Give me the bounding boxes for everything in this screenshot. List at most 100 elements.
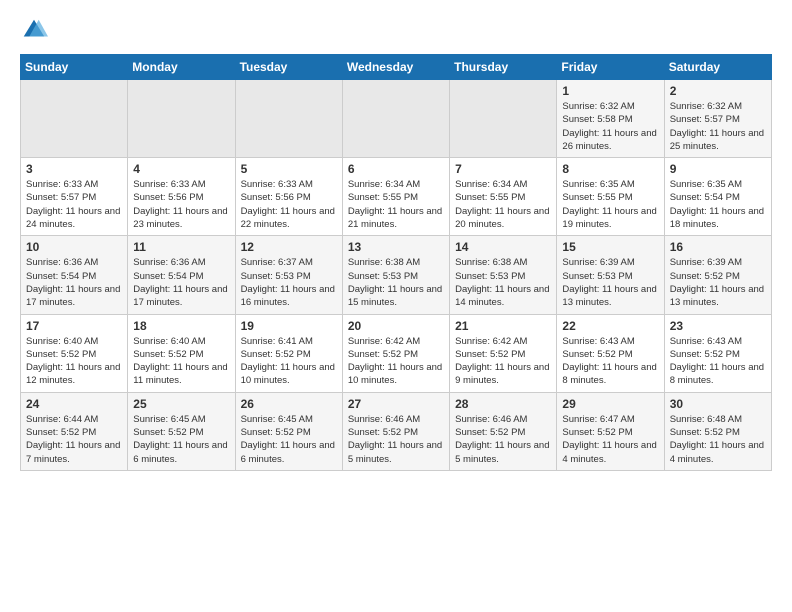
day-header-sunday: Sunday (21, 55, 128, 80)
day-number: 14 (455, 240, 551, 254)
day-number: 17 (26, 319, 122, 333)
calendar-cell: 29 Sunrise: 6:47 AM Sunset: 5:52 PM Dayli… (557, 392, 664, 470)
calendar-cell: 11 Sunrise: 6:36 AM Sunset: 5:54 PM Dayli… (128, 236, 235, 314)
calendar-cell (450, 80, 557, 158)
day-number: 12 (241, 240, 337, 254)
day-number: 19 (241, 319, 337, 333)
calendar-cell: 20 Sunrise: 6:42 AM Sunset: 5:52 PM Dayli… (342, 314, 449, 392)
calendar-cell (21, 80, 128, 158)
calendar-cell: 14 Sunrise: 6:38 AM Sunset: 5:53 PM Dayli… (450, 236, 557, 314)
calendar-cell: 28 Sunrise: 6:46 AM Sunset: 5:52 PM Dayli… (450, 392, 557, 470)
day-number: 26 (241, 397, 337, 411)
logo (20, 16, 52, 44)
day-header-wednesday: Wednesday (342, 55, 449, 80)
day-number: 1 (562, 84, 658, 98)
day-number: 16 (670, 240, 766, 254)
calendar: SundayMondayTuesdayWednesdayThursdayFrid… (20, 54, 772, 471)
logo-icon (20, 16, 48, 44)
day-info: Sunrise: 6:45 AM Sunset: 5:52 PM Dayligh… (241, 413, 337, 466)
day-number: 21 (455, 319, 551, 333)
calendar-cell (342, 80, 449, 158)
day-info: Sunrise: 6:34 AM Sunset: 5:55 PM Dayligh… (455, 178, 551, 231)
calendar-cell: 21 Sunrise: 6:42 AM Sunset: 5:52 PM Dayli… (450, 314, 557, 392)
day-number: 27 (348, 397, 444, 411)
day-number: 2 (670, 84, 766, 98)
calendar-cell: 17 Sunrise: 6:40 AM Sunset: 5:52 PM Dayli… (21, 314, 128, 392)
day-number: 6 (348, 162, 444, 176)
day-header-monday: Monday (128, 55, 235, 80)
day-number: 23 (670, 319, 766, 333)
day-info: Sunrise: 6:36 AM Sunset: 5:54 PM Dayligh… (133, 256, 229, 309)
day-info: Sunrise: 6:35 AM Sunset: 5:54 PM Dayligh… (670, 178, 766, 231)
day-info: Sunrise: 6:37 AM Sunset: 5:53 PM Dayligh… (241, 256, 337, 309)
day-number: 3 (26, 162, 122, 176)
day-number: 8 (562, 162, 658, 176)
day-info: Sunrise: 6:39 AM Sunset: 5:53 PM Dayligh… (562, 256, 658, 309)
calendar-cell: 26 Sunrise: 6:45 AM Sunset: 5:52 PM Dayli… (235, 392, 342, 470)
day-info: Sunrise: 6:43 AM Sunset: 5:52 PM Dayligh… (670, 335, 766, 388)
day-info: Sunrise: 6:38 AM Sunset: 5:53 PM Dayligh… (348, 256, 444, 309)
day-info: Sunrise: 6:33 AM Sunset: 5:57 PM Dayligh… (26, 178, 122, 231)
day-info: Sunrise: 6:46 AM Sunset: 5:52 PM Dayligh… (348, 413, 444, 466)
day-number: 4 (133, 162, 229, 176)
day-number: 9 (670, 162, 766, 176)
calendar-cell: 5 Sunrise: 6:33 AM Sunset: 5:56 PM Daylig… (235, 158, 342, 236)
day-header-tuesday: Tuesday (235, 55, 342, 80)
calendar-cell: 4 Sunrise: 6:33 AM Sunset: 5:56 PM Daylig… (128, 158, 235, 236)
day-info: Sunrise: 6:46 AM Sunset: 5:52 PM Dayligh… (455, 413, 551, 466)
day-header-saturday: Saturday (664, 55, 771, 80)
calendar-cell: 9 Sunrise: 6:35 AM Sunset: 5:54 PM Daylig… (664, 158, 771, 236)
day-number: 28 (455, 397, 551, 411)
day-number: 20 (348, 319, 444, 333)
day-number: 30 (670, 397, 766, 411)
calendar-cell: 13Sunrise: 6:38 AM Sunset: 5:53 PM Dayli… (342, 236, 449, 314)
day-info: Sunrise: 6:48 AM Sunset: 5:52 PM Dayligh… (670, 413, 766, 466)
day-number: 29 (562, 397, 658, 411)
day-info: Sunrise: 6:42 AM Sunset: 5:52 PM Dayligh… (455, 335, 551, 388)
calendar-cell: 30 Sunrise: 6:48 AM Sunset: 5:52 PM Dayli… (664, 392, 771, 470)
day-info: Sunrise: 6:32 AM Sunset: 5:57 PM Dayligh… (670, 100, 766, 153)
calendar-cell: 3 Sunrise: 6:33 AM Sunset: 5:57 PM Daylig… (21, 158, 128, 236)
calendar-cell: 2 Sunrise: 6:32 AM Sunset: 5:57 PM Daylig… (664, 80, 771, 158)
day-info: Sunrise: 6:40 AM Sunset: 5:52 PM Dayligh… (133, 335, 229, 388)
day-number: 25 (133, 397, 229, 411)
calendar-cell: 18Sunrise: 6:40 AM Sunset: 5:52 PM Dayli… (128, 314, 235, 392)
day-info: Sunrise: 6:35 AM Sunset: 5:55 PM Dayligh… (562, 178, 658, 231)
day-info: Sunrise: 6:33 AM Sunset: 5:56 PM Dayligh… (241, 178, 337, 231)
week-row-2: 3 Sunrise: 6:33 AM Sunset: 5:57 PM Daylig… (21, 158, 772, 236)
calendar-cell: 22 Sunrise: 6:43 AM Sunset: 5:52 PM Dayli… (557, 314, 664, 392)
day-info: Sunrise: 6:47 AM Sunset: 5:52 PM Dayligh… (562, 413, 658, 466)
header (20, 16, 772, 44)
calendar-cell: 8 Sunrise: 6:35 AM Sunset: 5:55 PM Daylig… (557, 158, 664, 236)
day-info: Sunrise: 6:39 AM Sunset: 5:52 PM Dayligh… (670, 256, 766, 309)
calendar-cell: 7Sunrise: 6:34 AM Sunset: 5:55 PM Daylig… (450, 158, 557, 236)
day-info: Sunrise: 6:36 AM Sunset: 5:54 PM Dayligh… (26, 256, 122, 309)
day-number: 22 (562, 319, 658, 333)
day-info: Sunrise: 6:45 AM Sunset: 5:52 PM Dayligh… (133, 413, 229, 466)
day-info: Sunrise: 6:40 AM Sunset: 5:52 PM Dayligh… (26, 335, 122, 388)
calendar-cell (235, 80, 342, 158)
day-info: Sunrise: 6:32 AM Sunset: 5:58 PM Dayligh… (562, 100, 658, 153)
day-number: 11 (133, 240, 229, 254)
day-header-thursday: Thursday (450, 55, 557, 80)
page: SundayMondayTuesdayWednesdayThursdayFrid… (0, 0, 792, 481)
week-row-5: 24Sunrise: 6:44 AM Sunset: 5:52 PM Dayli… (21, 392, 772, 470)
calendar-cell: 1 Sunrise: 6:32 AM Sunset: 5:58 PM Daylig… (557, 80, 664, 158)
calendar-cell (128, 80, 235, 158)
day-info: Sunrise: 6:43 AM Sunset: 5:52 PM Dayligh… (562, 335, 658, 388)
calendar-cell: 19Sunrise: 6:41 AM Sunset: 5:52 PM Dayli… (235, 314, 342, 392)
header-row: SundayMondayTuesdayWednesdayThursdayFrid… (21, 55, 772, 80)
calendar-cell: 15 Sunrise: 6:39 AM Sunset: 5:53 PM Dayli… (557, 236, 664, 314)
calendar-cell: 6 Sunrise: 6:34 AM Sunset: 5:55 PM Daylig… (342, 158, 449, 236)
day-number: 15 (562, 240, 658, 254)
calendar-cell: 25 Sunrise: 6:45 AM Sunset: 5:52 PM Dayli… (128, 392, 235, 470)
day-info: Sunrise: 6:34 AM Sunset: 5:55 PM Dayligh… (348, 178, 444, 231)
calendar-cell: 24Sunrise: 6:44 AM Sunset: 5:52 PM Dayli… (21, 392, 128, 470)
day-info: Sunrise: 6:38 AM Sunset: 5:53 PM Dayligh… (455, 256, 551, 309)
calendar-cell: 10Sunrise: 6:36 AM Sunset: 5:54 PM Dayli… (21, 236, 128, 314)
day-info: Sunrise: 6:33 AM Sunset: 5:56 PM Dayligh… (133, 178, 229, 231)
day-info: Sunrise: 6:42 AM Sunset: 5:52 PM Dayligh… (348, 335, 444, 388)
day-number: 5 (241, 162, 337, 176)
calendar-body: 1 Sunrise: 6:32 AM Sunset: 5:58 PM Daylig… (21, 80, 772, 471)
calendar-cell: 23 Sunrise: 6:43 AM Sunset: 5:52 PM Dayli… (664, 314, 771, 392)
